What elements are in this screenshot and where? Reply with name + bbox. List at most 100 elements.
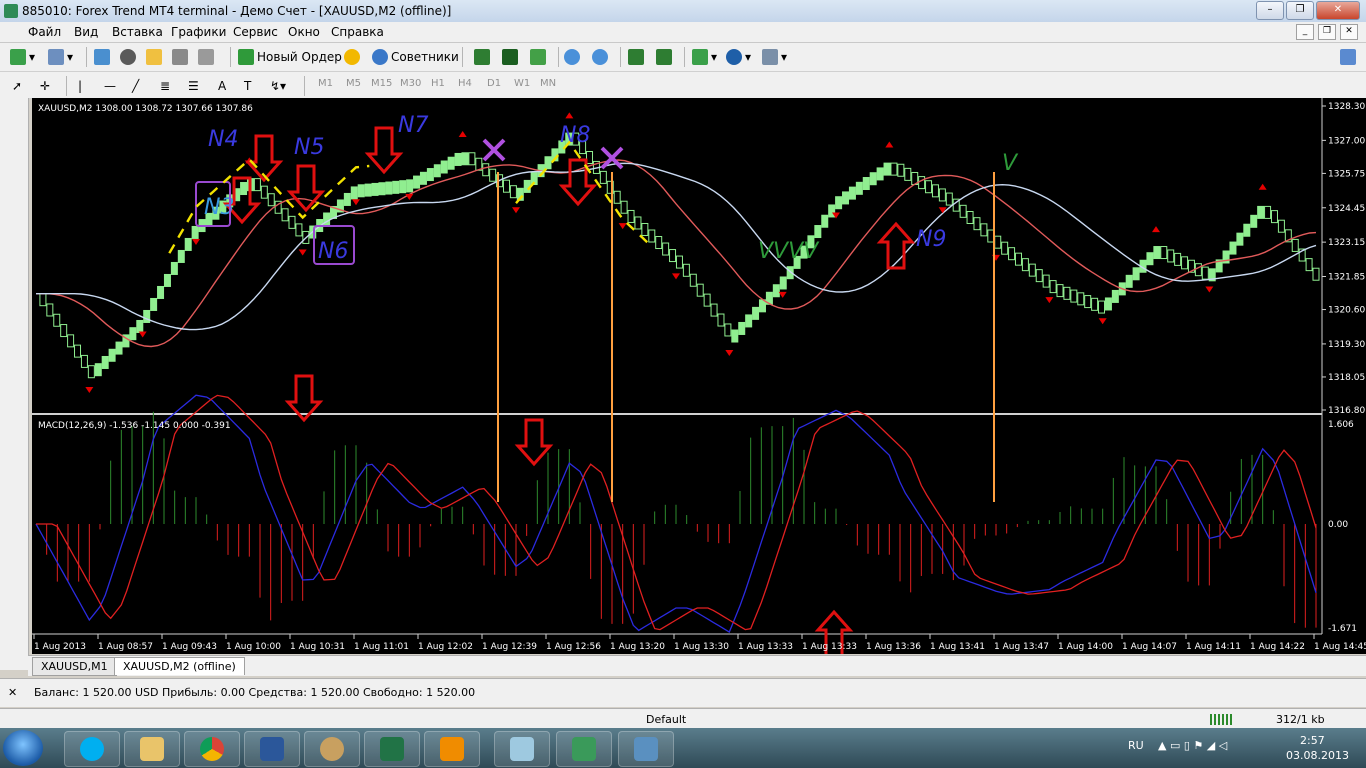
window-titlebar: 885010: Forex Trend MT4 terminal - Демо …	[0, 0, 1366, 23]
bull-brick	[108, 348, 116, 362]
market-watch-button[interactable]	[94, 47, 110, 67]
chart-window[interactable]: N4 N5 N7 N8 N3 N6 N9 VVVV V XAUUSD,M2 1308.00 13…	[32, 98, 1366, 654]
taskbar-paint[interactable]	[304, 731, 360, 767]
taskbar-viewer[interactable]	[618, 731, 674, 767]
trend-line-tool[interactable]: ╱	[132, 76, 139, 96]
time-tick-label: 1 Aug 14:11	[1186, 642, 1241, 652]
bull-brick	[399, 180, 407, 194]
macd-tick-label: 0.00	[1328, 520, 1348, 530]
candle-chart-button[interactable]	[502, 47, 518, 67]
macd-tick-label: 1.606	[1328, 420, 1354, 430]
bull-brick	[731, 329, 739, 343]
menu-charts[interactable]: Графики	[171, 25, 226, 39]
price-chart[interactable]: N4 N5N7 N8N3N6 N9VVVVV XAUUSD,M2 1308.00 13…	[32, 98, 1366, 654]
bull-brick	[447, 156, 455, 170]
new-order-button[interactable]: Новый Ордер	[238, 47, 342, 67]
bear-brick	[1084, 295, 1092, 309]
clock-date[interactable]: 03.08.2013	[1286, 749, 1349, 762]
menu-view[interactable]: Вид	[74, 25, 98, 39]
bull-brick	[177, 249, 185, 263]
menu-window[interactable]: Окно	[288, 25, 320, 39]
zoom-in-button[interactable]	[564, 47, 580, 67]
vertical-line-tool[interactable]: |	[78, 76, 82, 96]
channel-tool[interactable]: ≣	[160, 76, 170, 96]
tab-xauusd-m2-offline[interactable]: XAUUSD,M2 (offline)	[114, 657, 245, 675]
data-window-button[interactable]	[120, 47, 136, 67]
taskbar-chrome[interactable]	[184, 731, 240, 767]
crosshair-tool[interactable]: ✛	[40, 76, 50, 96]
fibo-tool[interactable]: ☰	[188, 76, 199, 96]
taskbar-skype[interactable]	[64, 731, 120, 767]
taskbar-word[interactable]	[244, 731, 300, 767]
cursor-tool[interactable]: ➚	[12, 76, 22, 96]
chart-tabs-bar: XAUUSD,M1 XAUUSD,M2 (offline)	[28, 655, 1366, 676]
start-button[interactable]	[3, 730, 43, 766]
close-icon[interactable]: ✕	[8, 686, 17, 699]
clock-time[interactable]: 2:57	[1300, 734, 1325, 747]
text-label-tool[interactable]: T	[244, 76, 251, 96]
account-summary: Баланс: 1 520.00 USD Прибыль: 0.00 Средс…	[34, 686, 476, 699]
timeframe-m30[interactable]: M30	[400, 78, 421, 89]
menu-tools[interactable]: Сервис	[233, 25, 278, 39]
bull-brick	[1111, 289, 1119, 303]
bear-brick	[980, 223, 988, 237]
connection-icon	[1210, 714, 1234, 725]
market-watch-panel[interactable]	[0, 98, 29, 670]
minimize-button[interactable]: –	[1256, 1, 1284, 20]
timeframe-m15[interactable]: M15	[371, 78, 392, 89]
mdi-restore-button[interactable]: ❐	[1318, 24, 1336, 40]
close-button[interactable]: ✕	[1316, 1, 1360, 20]
bull-brick	[419, 171, 427, 185]
arrows-tool[interactable]: ↯▾	[270, 76, 286, 96]
profiles-button[interactable]: ▾	[48, 47, 73, 67]
notifications-button[interactable]	[1340, 47, 1356, 67]
taskbar-mt4[interactable]	[556, 731, 612, 767]
terminal-icon	[172, 49, 188, 65]
timeframe-h1[interactable]: H1	[431, 78, 445, 89]
text-tool[interactable]: A	[218, 76, 226, 96]
restore-button[interactable]: ❐	[1286, 1, 1314, 20]
menu-help[interactable]: Справка	[331, 25, 384, 39]
macd-header: MACD(12,26,9) -1.536 -1.145 0.000 -0.391	[38, 421, 231, 431]
taskbar-excel[interactable]	[364, 731, 420, 767]
timeframe-m5[interactable]: M5	[346, 78, 361, 89]
terminal-button[interactable]	[172, 47, 188, 67]
handwritten-label: V	[1002, 151, 1019, 176]
menu-insert[interactable]: Вставка	[112, 25, 163, 39]
new-chart-button[interactable]: ▾	[10, 47, 35, 67]
time-tick-label: 1 Aug 2013	[34, 642, 86, 652]
timeframe-mn[interactable]: MN	[540, 78, 556, 89]
bull-brick	[1132, 267, 1140, 281]
chart-shift-button[interactable]	[656, 47, 672, 67]
templates-button[interactable]: ▾	[762, 47, 787, 67]
timeframe-d1[interactable]: D1	[487, 78, 501, 89]
timeframe-m1[interactable]: M1	[318, 78, 333, 89]
experts-button[interactable]: Советники	[372, 47, 459, 67]
zoom-out-button[interactable]	[592, 47, 608, 67]
periods-button[interactable]: ▾	[726, 47, 751, 67]
tray-icons[interactable]: ▲ ▭ ▯ ⚑ ◢ ◁	[1158, 739, 1227, 752]
bull-brick	[855, 181, 863, 195]
taskbar-media[interactable]	[424, 731, 480, 767]
bar-chart-button[interactable]	[474, 47, 490, 67]
alert-button[interactable]	[344, 47, 360, 67]
tab-xauusd-m1[interactable]: XAUUSD,M1	[32, 657, 117, 676]
bear-brick	[669, 249, 677, 263]
timeframe-w1[interactable]: W1	[514, 78, 530, 89]
menu-file[interactable]: Файл	[28, 25, 61, 39]
indicators-button[interactable]: ▾	[692, 47, 717, 67]
taskbar-app[interactable]	[494, 731, 550, 767]
navigator-button[interactable]	[146, 47, 162, 67]
auto-scroll-button[interactable]	[628, 47, 644, 67]
tester-button[interactable]	[198, 47, 214, 67]
mdi-close-button[interactable]: ✕	[1340, 24, 1358, 40]
line-chart-button[interactable]	[530, 47, 546, 67]
taskbar-explorer[interactable]	[124, 731, 180, 767]
timeframe-h4[interactable]: H4	[458, 78, 472, 89]
bear-brick	[1291, 238, 1299, 252]
bear-brick	[1063, 286, 1071, 300]
language-indicator[interactable]: RU	[1128, 739, 1144, 752]
horizontal-line-tool[interactable]: —	[104, 76, 116, 96]
bear-brick	[1042, 274, 1050, 288]
mdi-minimize-button[interactable]: _	[1296, 24, 1314, 40]
